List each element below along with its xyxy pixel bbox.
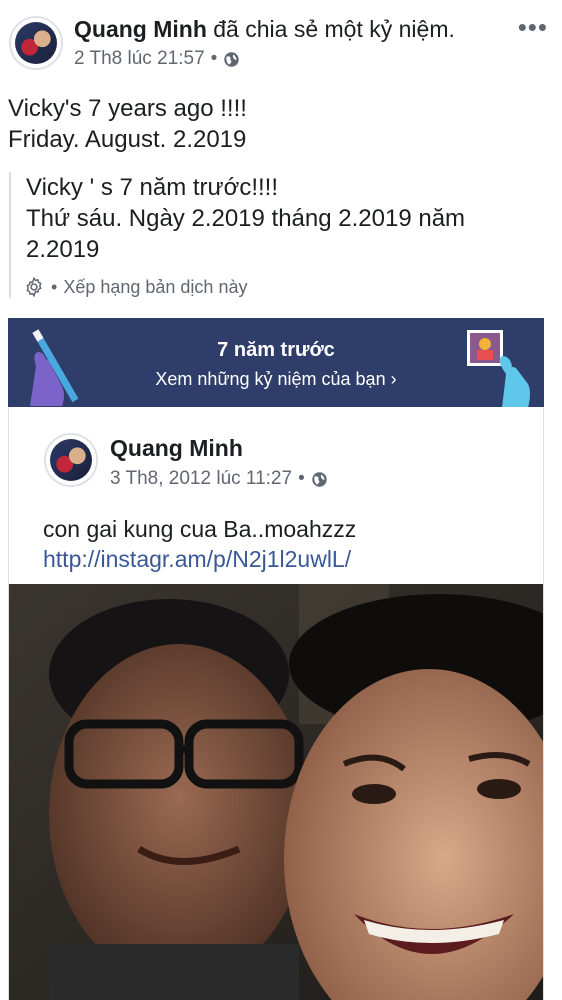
post-header: Quang Minh đã chia sẻ một kỷ niệm. 2 Th8… — [0, 0, 562, 86]
shared-author-name[interactable]: Quang Minh — [110, 435, 243, 462]
memory-banner[interactable]: 7 năm trước Xem những kỷ niệm của bạn › — [8, 318, 544, 407]
shared-post-meta: 3 Th8, 2012 lúc 11:27 • — [110, 468, 328, 490]
more-options-icon[interactable]: ••• — [518, 12, 548, 43]
post-meta: 2 Th8 lúc 21:57 • — [74, 48, 240, 70]
globe-icon — [311, 471, 327, 487]
author-name[interactable]: Quang Minh — [74, 16, 207, 42]
shared-meta-separator: • — [298, 468, 305, 489]
memory-photo[interactable] — [9, 584, 543, 1000]
translation-text: Vicky ' s 7 năm trước!!!! Thứ sáu. Ngày … — [26, 174, 466, 263]
globe-icon — [224, 51, 240, 67]
selfie-photo — [9, 584, 543, 1000]
post-timestamp[interactable]: 2 Th8 lúc 21:57 — [74, 48, 205, 70]
hand-pencil-icon — [30, 329, 79, 406]
gear-icon — [26, 276, 42, 298]
shared-post-text: con gai kung cua Ba..moahzzz — [43, 516, 357, 542]
post-text: Vicky's 7 years ago !!!! Friday. August.… — [8, 95, 247, 153]
rate-translation[interactable]: • Xếp hạng bản dịch này — [23, 276, 539, 298]
meta-separator: • — [210, 48, 218, 69]
hand-photo-icon — [467, 330, 530, 407]
post-action-text: đã chia sẻ một kỷ niệm. — [206, 16, 455, 42]
author-avatar[interactable] — [9, 16, 63, 70]
translation-block: Vicky ' s 7 năm trước!!!! Thứ sáu. Ngày … — [9, 172, 539, 298]
rate-translation-label[interactable]: Xếp hạng bản dịch này — [63, 277, 247, 298]
shared-memory-card[interactable]: Quang Minh 3 Th8, 2012 lúc 11:27 • con g… — [8, 407, 544, 1000]
rate-separator: • — [51, 276, 58, 297]
shared-post-link[interactable]: http://instagr.am/p/N2j1l2uwlL/ — [43, 544, 351, 574]
post-header-line: Quang Minh đã chia sẻ một kỷ niệm. — [74, 16, 455, 43]
shared-author-avatar[interactable] — [44, 433, 98, 487]
shared-post-timestamp[interactable]: 3 Th8, 2012 lúc 11:27 — [110, 468, 292, 490]
